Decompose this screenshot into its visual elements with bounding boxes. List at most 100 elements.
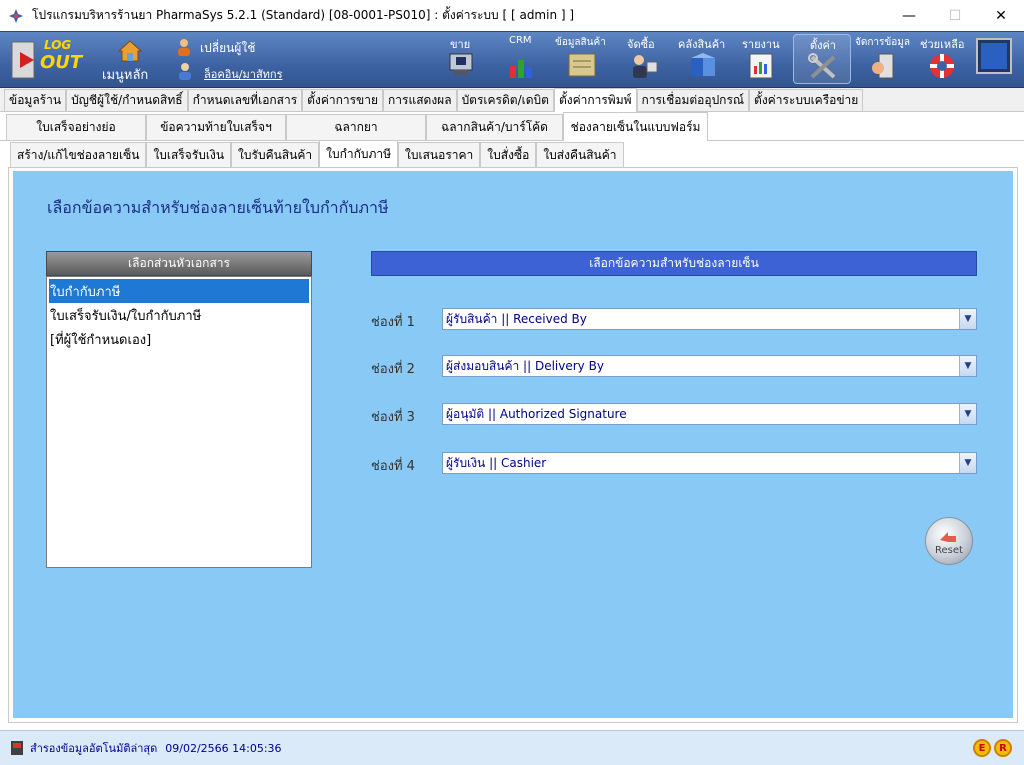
- tab-sales-settings[interactable]: ตั้งค่าการขาย: [302, 89, 384, 111]
- crm-icon: [510, 60, 532, 78]
- main-menu-label: เมนูหลัก: [102, 68, 149, 83]
- toolbar-label-help: ช่วยเหลือ: [920, 38, 965, 51]
- tab-shop-info[interactable]: ข้อมูลร้าน: [4, 89, 67, 111]
- tab-label: ฉลากยา: [334, 120, 378, 134]
- tab-network-settings[interactable]: ตั้งค่าระบบเครือข่าย: [749, 89, 864, 111]
- tab-display[interactable]: การแสดงผล: [383, 89, 457, 111]
- reset-arrow-icon: [940, 532, 956, 542]
- maximize-button[interactable]: ☐: [932, 0, 978, 31]
- slot-4-select[interactable]: ผู้รับเงิน || Cashier ▼: [442, 452, 977, 474]
- user-login-icon: [179, 63, 191, 80]
- slot-4-value: ผู้รับเงิน || Cashier: [446, 455, 547, 470]
- backup-icon: [11, 741, 23, 755]
- list-item[interactable]: [ที่ผู้ใช้กำหนดเอง]: [47, 327, 311, 351]
- status-bar: สำรองข้อมูลอัตโนมัติล่าสุด 09/02/2566 14…: [0, 730, 1024, 765]
- change-user-label: เปลี่ยนผู้ใช้: [200, 41, 256, 55]
- chevron-down-icon[interactable]: ▼: [959, 356, 976, 376]
- tab-goods-return[interactable]: ใบส่งคืนสินค้า: [536, 142, 624, 168]
- print-tabs-level2: ใบเสร็จอย่างย่อ ข้อความท้ายใบเสร็จฯ ฉลาก…: [0, 112, 1024, 141]
- window-titlebar: โปรแกรมบริหารร้านยา PharmaSys 5.2.1 (Sta…: [0, 0, 1024, 31]
- tab-label: สร้าง/แก้ไขช่องลายเซ็น: [17, 148, 140, 162]
- r-badge-icon[interactable]: R: [994, 739, 1012, 757]
- tab-quotation[interactable]: ใบเสนอราคา: [398, 142, 481, 168]
- minimize-button[interactable]: —: [886, 0, 932, 31]
- settings-tools-icon: [808, 53, 836, 79]
- list-header: เลือกส่วนหัวเอกสาร: [46, 251, 312, 276]
- slot-2-select[interactable]: ผู้ส่งมอบสินค้า || Delivery By ▼: [442, 355, 977, 377]
- signature-options-header: เลือกข้อความสำหรับช่องลายเซ็น: [371, 251, 977, 276]
- slot-3-label: ช่องที่ 3: [371, 410, 415, 425]
- tab-user-accounts[interactable]: บัญชีผู้ใช้/กำหนดสิทธิ์: [66, 89, 188, 111]
- tab-short-receipt[interactable]: ใบเสร็จอย่างย่อ: [6, 114, 146, 140]
- reset-button[interactable]: Reset: [925, 517, 973, 565]
- chevron-down-icon[interactable]: ▼: [959, 309, 976, 329]
- backup-status-label: สำรองข้อมูลอัตโนมัติล่าสุด: [30, 742, 158, 755]
- tab-signature-fields[interactable]: ช่องลายเซ็นในแบบฟอร์ม: [563, 112, 708, 141]
- reset-label: Reset: [935, 545, 963, 556]
- slot-3-select[interactable]: ผู้อนุมัติ || Authorized Signature ▼: [442, 403, 977, 425]
- toolbar-item-data-management[interactable]: จัดการข้อมูล: [855, 34, 913, 86]
- tab-label: ช่องลายเซ็นในแบบฟอร์ม: [570, 119, 701, 134]
- toolbar-label-sale: ขาย: [450, 38, 471, 51]
- slot-1-label: ช่องที่ 1: [371, 315, 415, 330]
- tab-label: ใบเสร็จรับเงิน: [153, 148, 225, 162]
- list-item[interactable]: ใบกำกับภาษี: [49, 279, 309, 303]
- logout-label-top: LOG: [44, 38, 72, 52]
- tab-document-numbers[interactable]: กำหนดเลขที่เอกสาร: [187, 89, 303, 111]
- toolbar-item-help[interactable]: ช่วยเหลือ: [916, 34, 968, 86]
- page-title: เลือกข้อความสำหรับช่องลายเซ็นท้ายใบกำกับ…: [47, 198, 389, 217]
- tab-label: ข้อมูลร้าน: [9, 93, 62, 107]
- toolbar-item-crm[interactable]: CRM: [503, 34, 543, 86]
- toolbar-item-purchase[interactable]: จัดซื้อ: [625, 34, 665, 86]
- tab-device-connection[interactable]: การเชื่อมต่ออุปกรณ์: [636, 89, 750, 111]
- toolbar-item-report[interactable]: รายงาน: [740, 34, 784, 86]
- purchase-icon: [633, 55, 658, 78]
- screen-monitor-button[interactable]: [976, 38, 1014, 78]
- home-icon: [118, 40, 142, 62]
- backup-timestamp: 09/02/2566 14:05:36: [165, 741, 282, 755]
- toolbar-label-crm: CRM: [509, 35, 532, 46]
- e-badge-icon[interactable]: E: [973, 739, 991, 757]
- toolbar-item-sale[interactable]: ขาย: [442, 34, 482, 86]
- toolbar-item-warehouse[interactable]: คลังสินค้า: [676, 34, 732, 86]
- tab-label: ใบเสนอราคา: [405, 148, 474, 162]
- chevron-down-icon[interactable]: ▼: [959, 404, 976, 424]
- close-button[interactable]: ✕: [978, 0, 1024, 31]
- logout-door-icon: [11, 41, 35, 79]
- tab-label: กำหนดเลขที่เอกสาร: [192, 93, 298, 107]
- slot-2-label: ช่องที่ 2: [371, 362, 415, 377]
- tab-label: ฉลากสินค้า/บาร์โค้ด: [441, 120, 548, 134]
- sale-icon: [449, 53, 473, 76]
- tab-print-settings[interactable]: ตั้งค่าการพิมพ์: [553, 88, 637, 112]
- document-header-listbox[interactable]: ใบกำกับภาษี ใบเสร็จรับเงิน/ใบกำกับภาษี […: [46, 276, 312, 568]
- tab-label: ข้อความท้ายใบเสร็จฯ: [160, 120, 272, 134]
- tab-edit-signature-fields[interactable]: สร้าง/แก้ไขช่องลายเซ็น: [10, 142, 147, 168]
- main-menu-button[interactable]: เมนูหลัก: [100, 38, 160, 84]
- data-management-icon: [872, 53, 894, 79]
- tab-credit-debit[interactable]: บัตรเครดิต/เดบิต: [456, 89, 554, 111]
- tab-receipt[interactable]: ใบเสร็จรับเงิน: [146, 142, 232, 168]
- tab-label: การแสดงผล: [388, 93, 452, 107]
- tab-drug-label[interactable]: ฉลากยา: [286, 114, 426, 140]
- tab-receipt-footer[interactable]: ข้อความท้ายใบเสร็จฯ: [146, 114, 286, 140]
- tab-tax-invoice[interactable]: ใบกำกับภาษี: [319, 140, 399, 168]
- toolbar-item-product-data[interactable]: ข้อมูลสินค้า: [555, 34, 611, 86]
- main-toolbar: LOG OUT เมนูหลัก เปลี่ยนผู้ใช้ ล็อคอิน/ม…: [0, 31, 1024, 88]
- tab-purchase-order[interactable]: ใบสั่งซื้อ: [480, 142, 537, 168]
- tab-product-barcode-label[interactable]: ฉลากสินค้า/บาร์โค้ด: [426, 114, 563, 140]
- logout-button[interactable]: LOG OUT: [10, 38, 88, 82]
- slot-2-value: ผู้ส่งมอบสินค้า || Delivery By: [446, 358, 604, 373]
- tab-label: ใบส่งคืนสินค้า: [543, 148, 617, 162]
- toolbar-label-purchase: จัดซื้อ: [627, 38, 655, 51]
- app-logo-icon: [9, 8, 23, 23]
- login-other-link[interactable]: ล็อคอิน/มาสัทกร: [176, 62, 296, 82]
- toolbar-item-settings[interactable]: ตั้งค่า: [793, 34, 851, 84]
- change-user-button[interactable]: เปลี่ยนผู้ใช้: [176, 38, 276, 58]
- list-item[interactable]: ใบเสร็จรับเงิน/ใบกำกับภาษี: [47, 303, 311, 327]
- chevron-down-icon[interactable]: ▼: [959, 453, 976, 473]
- toolbar-label-data-management: จัดการข้อมูล: [855, 37, 910, 48]
- logout-label-bottom: OUT: [40, 52, 83, 73]
- slot-1-select[interactable]: ผู้รับสินค้า || Received By ▼: [442, 308, 977, 330]
- tab-return-receipt[interactable]: ใบรับคืนสินค้า: [231, 142, 320, 168]
- help-lifebuoy-icon: [930, 54, 954, 78]
